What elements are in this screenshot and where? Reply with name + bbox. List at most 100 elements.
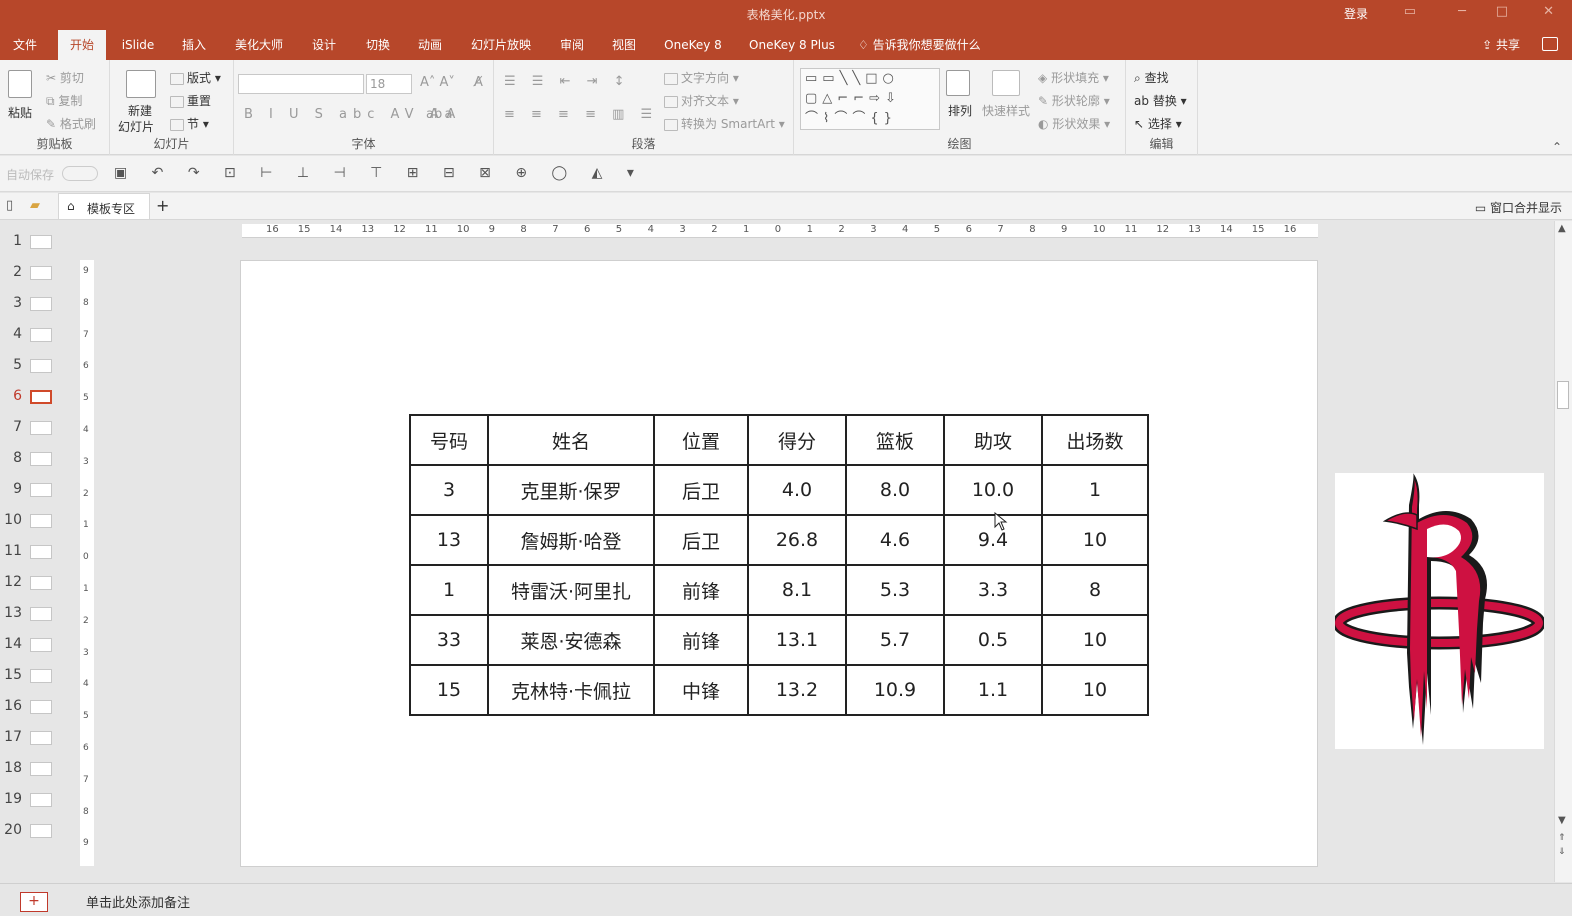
- section-button[interactable]: 节 ▾: [170, 115, 209, 132]
- scroll-up-icon[interactable]: ▲: [1558, 223, 1566, 234]
- replace-button[interactable]: ab 替换 ▾: [1134, 92, 1187, 109]
- maximize-icon[interactable]: □: [1496, 4, 1508, 19]
- clear-format-icon[interactable]: A̸: [474, 75, 483, 90]
- table-cell[interactable]: 8.1: [747, 564, 847, 616]
- tab-onekey8[interactable]: OneKey 8: [656, 30, 730, 60]
- table-cell[interactable]: 1: [409, 564, 489, 616]
- paste-button[interactable]: 粘贴: [8, 104, 32, 121]
- slide-thumbnail[interactable]: [30, 607, 52, 621]
- qat-icons[interactable]: ▣ ↶ ↷ ⊡ ⊢ ⊥ ⊣ ⊤ ⊞ ⊟ ⊠ ⊕ ◯ ◭ ▾: [114, 165, 644, 181]
- slide-thumbnail[interactable]: [30, 669, 52, 683]
- table-cell[interactable]: 3.3: [943, 564, 1043, 616]
- table-cell[interactable]: 10: [1041, 614, 1149, 666]
- copy-button[interactable]: ⧉ 复制: [46, 92, 82, 109]
- table-cell[interactable]: 33: [409, 614, 489, 666]
- slide-thumbnail[interactable]: [30, 235, 52, 249]
- slide-thumbnail[interactable]: [30, 483, 52, 497]
- notes-placeholder[interactable]: 单击此处添加备注: [86, 892, 190, 911]
- table-cell[interactable]: 13: [409, 514, 489, 566]
- select-button[interactable]: ↖ 选择 ▾: [1134, 115, 1182, 132]
- template-zone-tab[interactable]: ⌂ 模板专区: [58, 193, 150, 220]
- add-slide-button[interactable]: +: [20, 892, 48, 912]
- slide-thumbnail[interactable]: [30, 359, 52, 373]
- tell-me-search[interactable]: ♢ 告诉我你想要做什么: [858, 30, 994, 60]
- slide-thumbnail[interactable]: [30, 328, 52, 342]
- table-cell[interactable]: 10: [1041, 664, 1149, 716]
- layout-button[interactable]: 版式 ▾: [170, 69, 221, 86]
- table-cell[interactable]: 后卫: [653, 514, 749, 566]
- table-cell[interactable]: 8.0: [845, 464, 945, 516]
- tab-transitions[interactable]: 切换: [356, 30, 400, 60]
- table-cell[interactable]: 10.0: [943, 464, 1043, 516]
- slide-canvas[interactable]: 号码 姓名 位置 得分 篮板 助攻 出场数 3 克里斯·保罗 后卫 4.0 8.0 10.0 1 13 詹姆斯…: [240, 260, 1318, 867]
- table-cell[interactable]: 9.4: [943, 514, 1043, 566]
- table-cell[interactable]: 克林特·卡佩拉: [487, 664, 655, 716]
- slide-thumbnail[interactable]: [30, 390, 52, 404]
- autosave-toggle[interactable]: [62, 166, 98, 181]
- slide-thumbnail[interactable]: [30, 700, 52, 714]
- new-slide-label-1[interactable]: 新建: [128, 102, 152, 119]
- grow-shrink-font-icons[interactable]: A˄ A˅: [420, 75, 455, 90]
- table-cell[interactable]: 15: [409, 664, 489, 716]
- tab-slideshow[interactable]: 幻灯片放映: [460, 30, 542, 60]
- table-cell[interactable]: 4.0: [747, 464, 847, 516]
- slide-thumbnail[interactable]: [30, 452, 52, 466]
- new-slide-label-2[interactable]: 幻灯片: [118, 118, 154, 135]
- table-header-cell[interactable]: 助攻: [943, 414, 1043, 466]
- slide-thumbnail[interactable]: [30, 297, 52, 311]
- add-tab-icon[interactable]: +: [156, 196, 169, 215]
- new-file-icon[interactable]: ▯: [6, 198, 13, 213]
- table-cell[interactable]: 特雷沃·阿里扎: [487, 564, 655, 616]
- tab-insert[interactable]: 插入: [172, 30, 216, 60]
- table-cell[interactable]: 中锋: [653, 664, 749, 716]
- player-stats-table[interactable]: 号码 姓名 位置 得分 篮板 助攻 出场数 3 克里斯·保罗 后卫 4.0 8.0 10.0 1 13 詹姆斯…: [409, 414, 1149, 716]
- shapes-gallery[interactable]: ▭▭╲╲□○ ▢△⌐⌐⇨⇩ ⌒⌇⌒⌒{}: [800, 68, 940, 130]
- list-indent-icons[interactable]: ☰ ☰ ⇤ ⇥ ↕: [504, 74, 631, 89]
- table-header-cell[interactable]: 出场数: [1041, 414, 1149, 466]
- table-cell[interactable]: 0.5: [943, 614, 1043, 666]
- table-header-cell[interactable]: 篮板: [845, 414, 945, 466]
- font-name-field[interactable]: [238, 74, 364, 94]
- table-cell[interactable]: 莱恩·安德森: [487, 614, 655, 666]
- quick-styles-button[interactable]: 快速样式: [982, 102, 1030, 119]
- minimize-icon[interactable]: ─: [1458, 4, 1466, 19]
- arrange-button[interactable]: 排列: [948, 102, 972, 119]
- merge-windows-button[interactable]: ▭ 窗口合并显示: [1475, 199, 1562, 216]
- table-cell[interactable]: 5.7: [845, 614, 945, 666]
- shape-fill-button[interactable]: ◈ 形状填充 ▾: [1038, 69, 1109, 86]
- tab-onekey8plus[interactable]: OneKey 8 Plus: [740, 30, 844, 60]
- table-cell[interactable]: 前锋: [653, 564, 749, 616]
- convert-smartart-button[interactable]: 转换为 SmartArt ▾: [664, 115, 785, 132]
- tab-animations[interactable]: 动画: [408, 30, 452, 60]
- slide-thumbnail[interactable]: [30, 514, 52, 528]
- previous-slide-icon[interactable]: ⇑: [1558, 833, 1566, 843]
- tab-home[interactable]: 开始: [58, 30, 106, 60]
- slide-thumbnail[interactable]: [30, 824, 52, 838]
- share-button[interactable]: ⇪ 共享: [1482, 30, 1520, 60]
- table-cell[interactable]: 1.1: [943, 664, 1043, 716]
- slide-thumbnail[interactable]: [30, 266, 52, 280]
- tab-beautify[interactable]: 美化大师: [226, 30, 292, 60]
- alignment-icons[interactable]: ≡ ≡ ≡ ≡ ▥ ☰: [504, 107, 658, 122]
- tab-design[interactable]: 设计: [302, 30, 346, 60]
- table-header-cell[interactable]: 姓名: [487, 414, 655, 466]
- table-cell[interactable]: 3: [409, 464, 489, 516]
- table-cell[interactable]: 前锋: [653, 614, 749, 666]
- table-cell[interactable]: 13.1: [747, 614, 847, 666]
- table-cell[interactable]: 克里斯·保罗: [487, 464, 655, 516]
- slide-thumbnail[interactable]: [30, 731, 52, 745]
- table-cell[interactable]: 詹姆斯·哈登: [487, 514, 655, 566]
- table-cell[interactable]: 1: [1041, 464, 1149, 516]
- align-text-button[interactable]: 对齐文本 ▾: [664, 92, 739, 109]
- table-cell[interactable]: 5.3: [845, 564, 945, 616]
- tab-view[interactable]: 视图: [602, 30, 646, 60]
- format-painter-button[interactable]: ✎ 格式刷: [46, 115, 96, 132]
- next-slide-icon[interactable]: ⇓: [1558, 847, 1566, 857]
- slide-thumbnail[interactable]: [30, 638, 52, 652]
- slide-thumbnail[interactable]: [30, 421, 52, 435]
- scroll-thumb[interactable]: [1557, 381, 1569, 409]
- find-button[interactable]: ⌕ 查找: [1134, 69, 1169, 86]
- comment-icon[interactable]: [1542, 37, 1558, 51]
- font-size-field[interactable]: 18: [366, 74, 412, 94]
- open-folder-icon[interactable]: ▰: [30, 198, 40, 213]
